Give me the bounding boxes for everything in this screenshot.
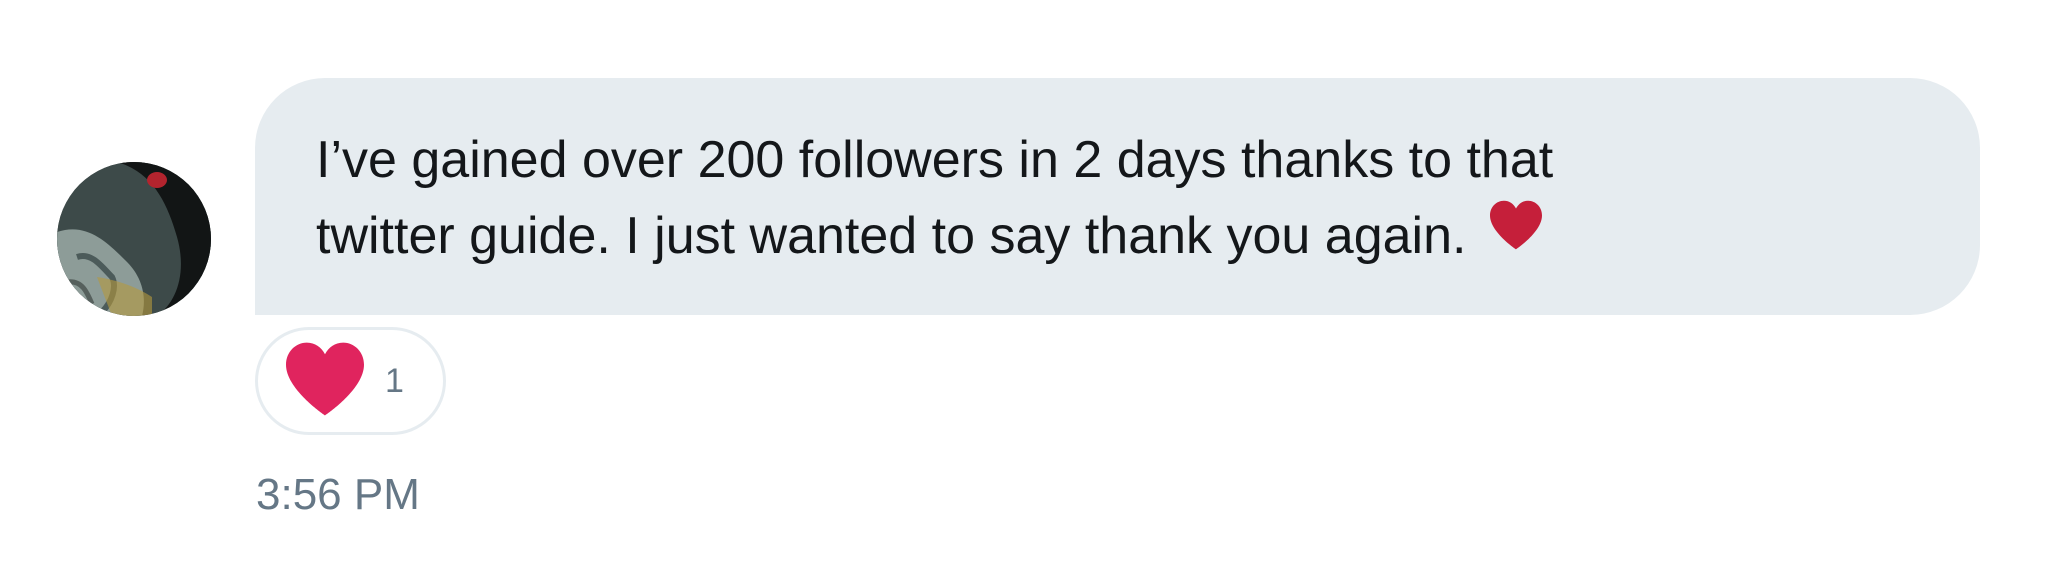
heart-icon: [283, 340, 367, 423]
message-line-2: twitter guide. I just wanted to say than…: [316, 198, 1920, 274]
message-timestamp: 3:56 PM: [256, 470, 420, 519]
message-line-1: I’ve gained over 200 followers in 2 days…: [316, 131, 1554, 189]
avatar[interactable]: [57, 162, 211, 316]
dm-message-thread: I’ve gained over 200 followers in 2 days…: [0, 0, 2048, 583]
message-bubble[interactable]: I’ve gained over 200 followers in 2 days…: [255, 78, 1980, 315]
message-line-2-text: twitter guide. I just wanted to say than…: [316, 207, 1467, 265]
heart-icon: [1488, 196, 1544, 272]
reaction-button[interactable]: 1: [255, 327, 446, 435]
avatar-photo: [57, 162, 211, 316]
reaction-count: 1: [385, 361, 404, 400]
